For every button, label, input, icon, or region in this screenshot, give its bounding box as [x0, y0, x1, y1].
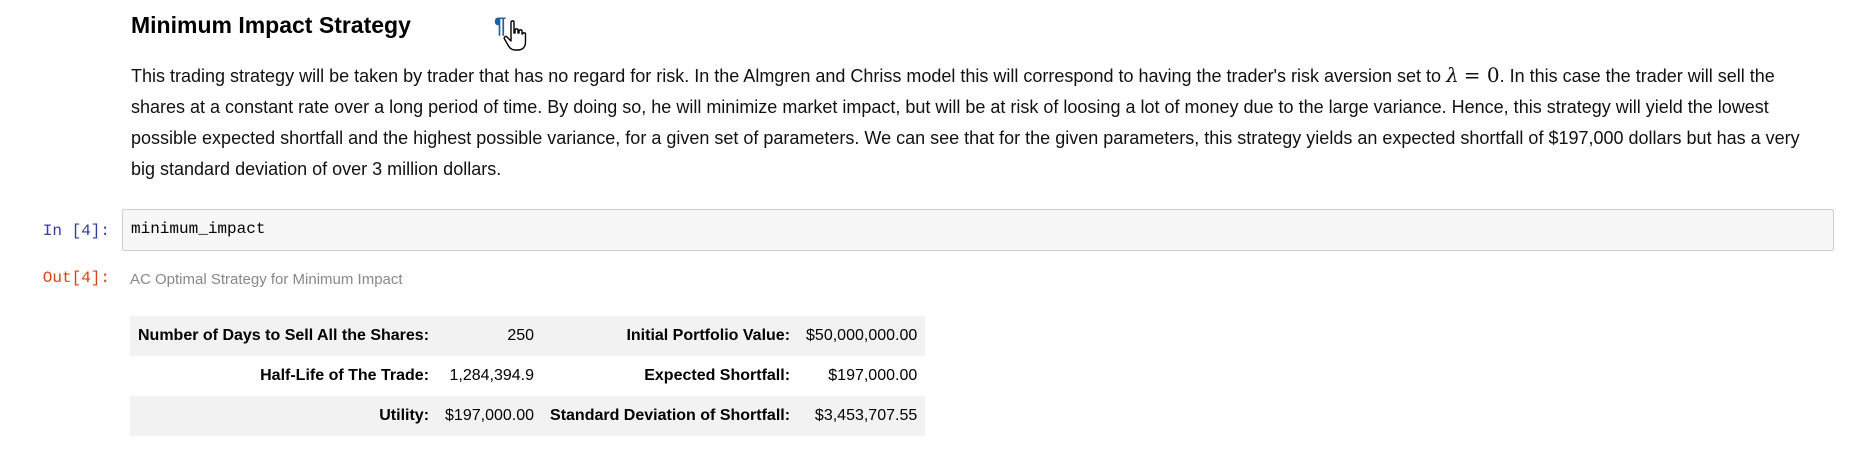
table-row: Utility: $197,000.00 Standard Deviation …	[130, 396, 926, 436]
row-value: 250	[437, 316, 543, 356]
row-label: Number of Days to Sell All the Shares:	[130, 316, 438, 356]
output-prompt: Out[4]:	[42, 269, 110, 287]
input-prompt: In [4]:	[42, 222, 110, 240]
row-label: Utility:	[130, 396, 438, 436]
output-area: AC Optimal Strategy for Minimum Impact N…	[130, 270, 926, 436]
code-input-area[interactable]: minimum_impact	[122, 209, 1834, 251]
math-equals-zero: = 0	[1463, 63, 1500, 87]
table-caption: AC Optimal Strategy for Minimum Impact	[130, 271, 403, 288]
hand-cursor-icon	[503, 20, 527, 51]
row-value: $50,000,000.00	[798, 316, 926, 356]
row-label: Initial Portfolio Value:	[542, 316, 799, 356]
row-label: Half-Life of The Trade:	[130, 356, 438, 396]
paragraph-text-start: This trading strategy will be taken by t…	[131, 66, 1442, 86]
section-heading: Minimum Impact Strategy	[131, 12, 411, 38]
table-row: Number of Days to Sell All the Shares: 2…	[130, 316, 926, 356]
row-label: Standard Deviation of Shortfall:	[542, 396, 799, 436]
row-label: Expected Shortfall:	[542, 356, 799, 396]
row-value: $197,000.00	[437, 396, 543, 436]
row-value: $3,453,707.55	[798, 396, 926, 436]
table-row: Half-Life of The Trade: 1,284,394.9 Expe…	[130, 356, 926, 396]
results-table: Number of Days to Sell All the Shares: 2…	[130, 316, 926, 436]
description-paragraph: This trading strategy will be taken by t…	[131, 60, 1821, 185]
code-text[interactable]: minimum_impact	[131, 220, 265, 238]
row-value: 1,284,394.9	[437, 356, 543, 396]
math-lambda: λ	[1446, 63, 1459, 87]
row-value: $197,000.00	[798, 356, 926, 396]
